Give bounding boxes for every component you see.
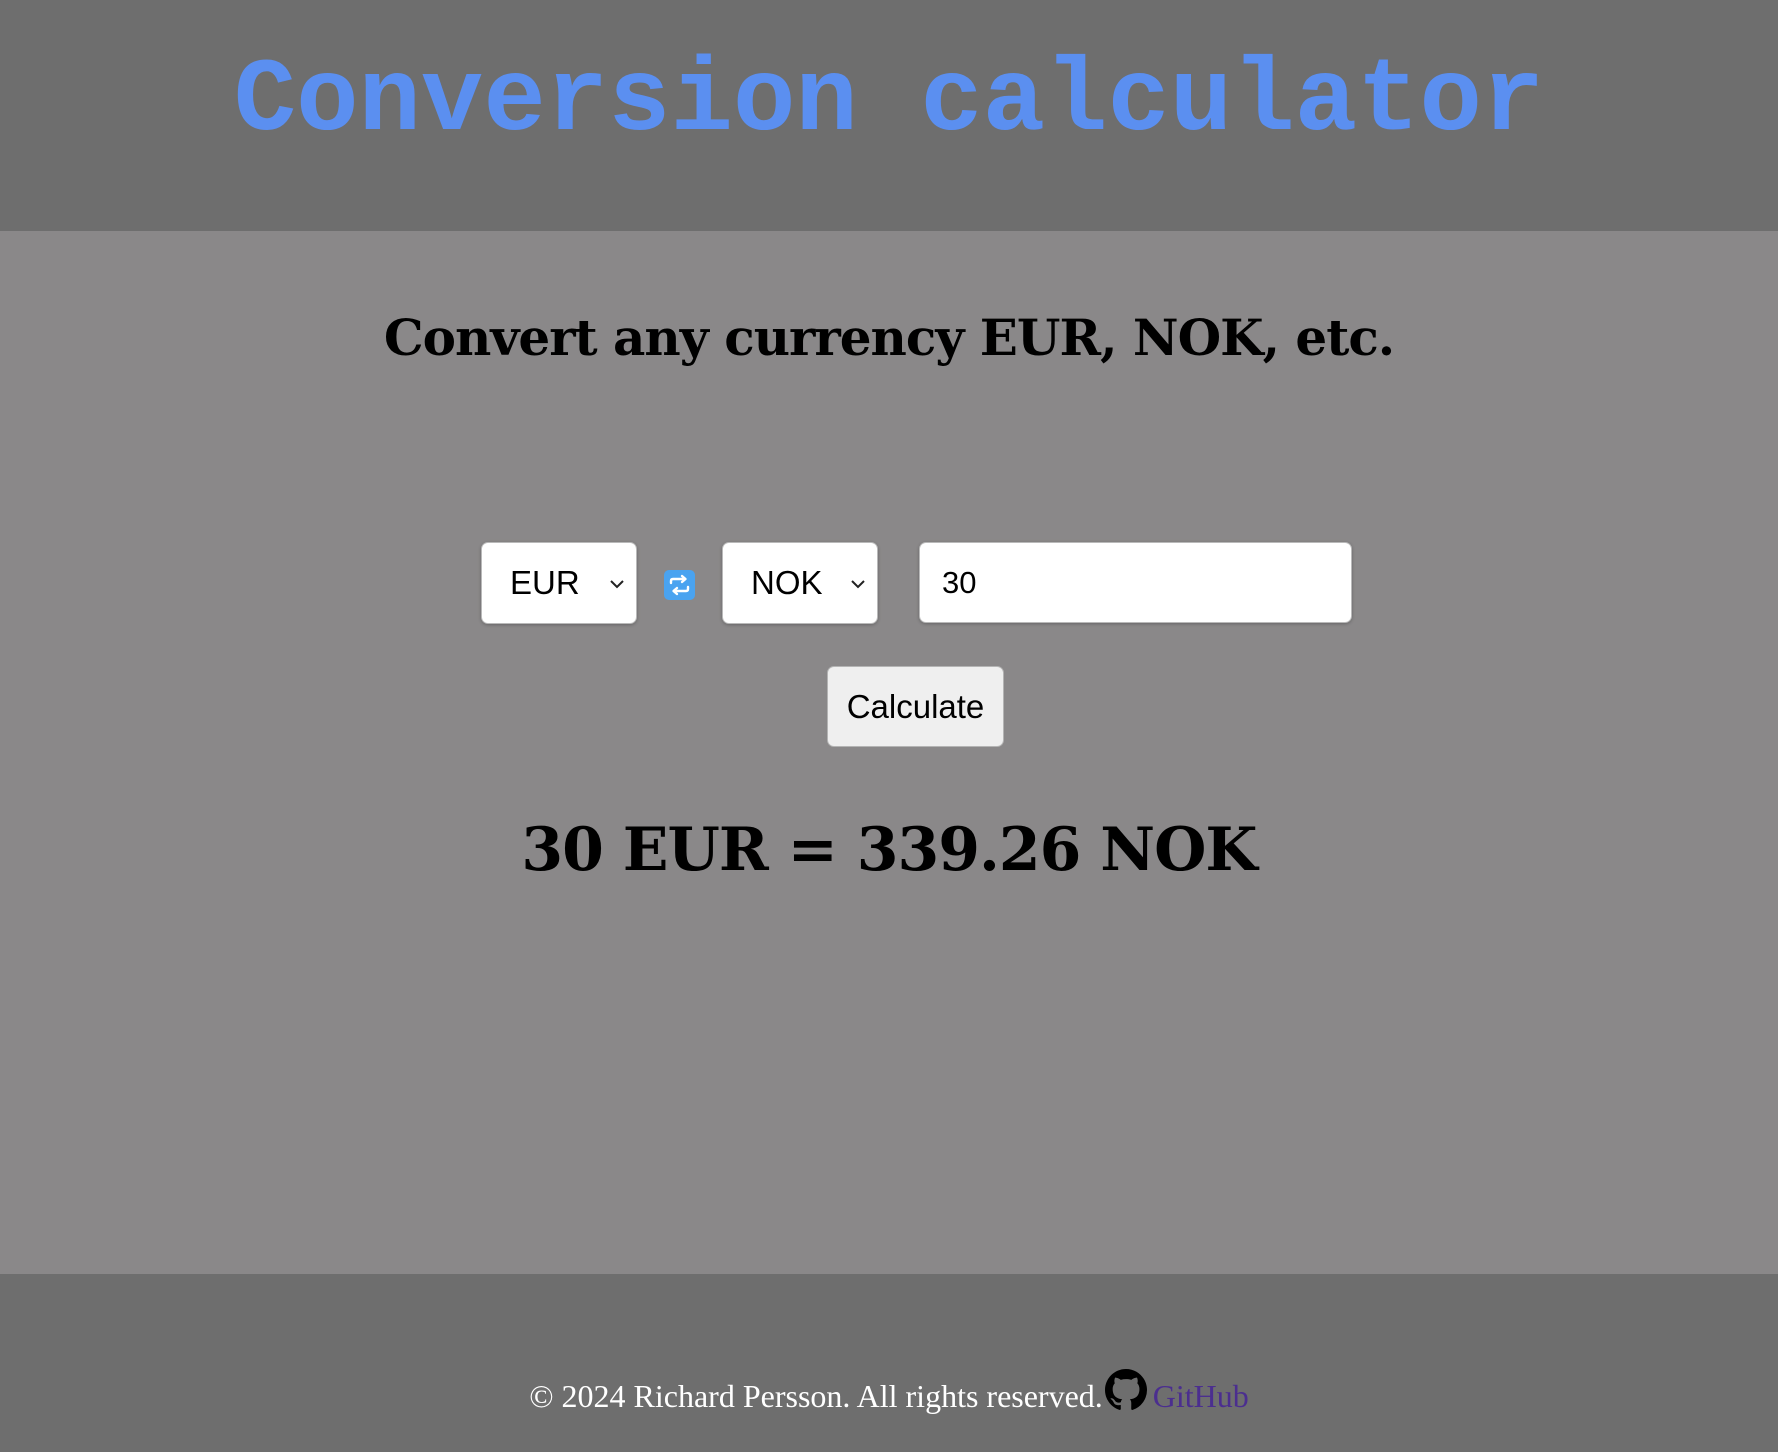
conversion-result: 30 EUR = 339.26 NOK xyxy=(521,815,1257,885)
github-icon[interactable] xyxy=(1104,1369,1147,1411)
main-section xyxy=(0,231,1778,1274)
to-currency-value: NOK xyxy=(751,564,823,601)
swap-arrows-icon xyxy=(669,574,690,596)
calculate-button[interactable]: Calculate xyxy=(827,666,1004,747)
to-currency-select[interactable]: NOK xyxy=(722,542,878,624)
page-subtitle: Convert any currency EUR, NOK, etc. xyxy=(383,308,1395,367)
chevron-down-icon xyxy=(610,580,624,589)
header: Conversion calculator xyxy=(0,0,1778,231)
copyright-text: © 2024 Richard Persson. All rights reser… xyxy=(529,1378,1103,1414)
from-currency-select[interactable]: EUR xyxy=(481,542,637,624)
footer-line: © 2024 Richard Persson. All rights reser… xyxy=(0,1364,1778,1428)
from-currency-value: EUR xyxy=(510,564,580,601)
github-link[interactable]: GitHub xyxy=(1153,1378,1249,1414)
app-title: Conversion calculator xyxy=(233,43,1545,161)
swap-currencies-button[interactable] xyxy=(664,570,695,600)
chevron-down-icon xyxy=(851,580,865,589)
amount-input[interactable] xyxy=(919,542,1352,623)
